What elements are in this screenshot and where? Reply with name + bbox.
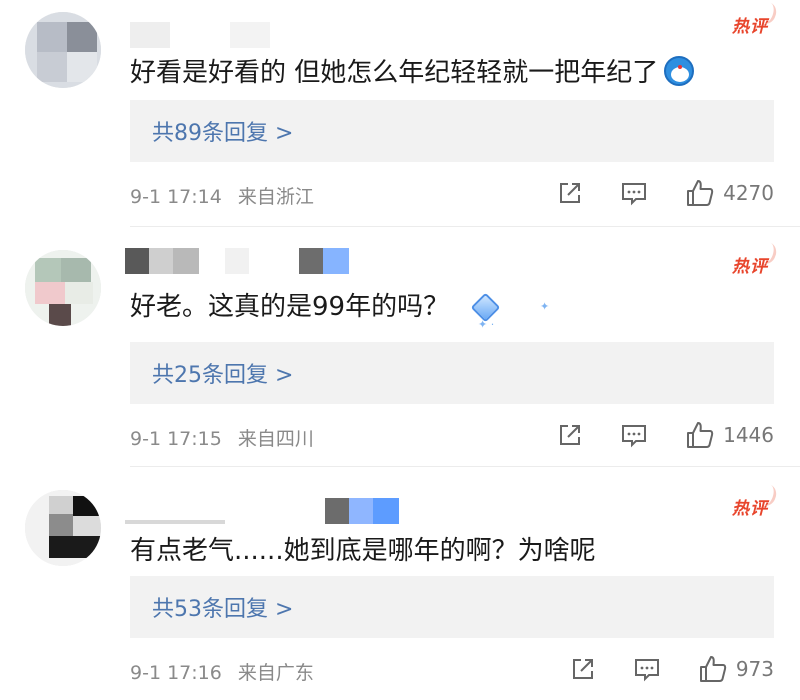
view-replies-link[interactable]: 共89条回复 >	[152, 115, 293, 147]
sparkle-decoration: ✦ ·	[478, 318, 495, 331]
comment-text: 好老。这真的是99年的吗？	[130, 286, 497, 323]
comment-text-content: 好看是好看的 但她怎么年纪轻轻就一把年纪了	[130, 58, 659, 88]
comment-location: 来自广东	[237, 662, 314, 684]
comment-text-content: 好老。这真的是99年的吗？	[130, 292, 450, 322]
hot-comment-badge: 热评	[732, 12, 768, 37]
hot-comment-badge: 热评	[732, 494, 768, 519]
thumbs-up-icon	[687, 422, 714, 448]
avatar[interactable]	[25, 250, 101, 326]
share-icon[interactable]	[555, 420, 585, 450]
share-icon[interactable]	[555, 178, 585, 208]
comment-meta: 9-1 17:14 来自浙江	[130, 182, 314, 209]
comment-actions: 4270	[555, 178, 774, 208]
comment-divider	[130, 466, 800, 467]
replies-box[interactable]: 共25条回复 >	[130, 342, 774, 404]
like-count: 973	[735, 657, 774, 681]
comment-text-content: 有点老气......她到底是哪年的啊？为啥呢	[130, 536, 596, 566]
view-replies-link[interactable]: 共53条回复 >	[152, 591, 293, 623]
comment-time: 9-1 17:14	[130, 186, 222, 208]
avatar[interactable]	[25, 490, 101, 566]
thumbs-up-icon	[699, 656, 726, 682]
share-icon[interactable]	[568, 654, 598, 684]
comment-time: 9-1 17:15	[130, 428, 222, 450]
comment-text: 有点老气......她到底是哪年的啊？为啥呢	[130, 530, 596, 567]
comment-actions: 973	[568, 654, 774, 684]
diamond-badge-icon	[471, 293, 497, 319]
doraemon-face-icon	[664, 56, 695, 86]
replies-box[interactable]: 共89条回复 >	[130, 100, 774, 162]
view-replies-link[interactable]: 共25条回复 >	[152, 357, 293, 389]
comment-meta: 9-1 17:15 来自四川	[130, 424, 314, 451]
avatar[interactable]	[25, 12, 101, 88]
replies-box[interactable]: 共53条回复 >	[130, 576, 774, 638]
thumbs-up-icon	[687, 180, 714, 206]
like-count: 1446	[723, 423, 774, 447]
comment-location: 来自四川	[237, 428, 314, 450]
comment-divider	[130, 226, 800, 227]
sparkle-decoration: ✦	[540, 300, 550, 313]
like-button[interactable]: 973	[698, 654, 774, 684]
hot-comment-badge: 热评	[732, 252, 768, 277]
comment-actions: 1446	[555, 420, 774, 450]
like-button[interactable]: 1446	[685, 420, 774, 450]
like-count: 4270	[723, 181, 774, 205]
comment-text: 好看是好看的 但她怎么年纪轻轻就一把年纪了	[130, 52, 695, 89]
like-button[interactable]: 4270	[685, 178, 774, 208]
comment-icon[interactable]	[619, 420, 649, 450]
comment-location: 来自浙江	[237, 186, 314, 208]
comment-icon[interactable]	[632, 654, 662, 684]
comment-time: 9-1 17:16	[130, 662, 222, 684]
comment-icon[interactable]	[619, 178, 649, 208]
comment-meta: 9-1 17:16 来自广东	[130, 658, 314, 685]
